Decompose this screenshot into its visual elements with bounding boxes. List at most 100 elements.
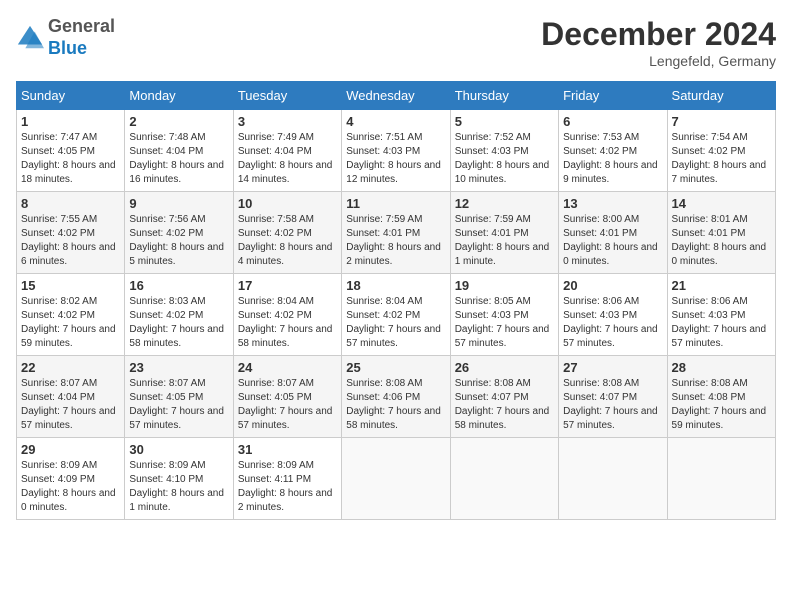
day-info: Sunrise: 8:04 AM Sunset: 4:02 PM Dayligh… <box>238 295 337 351</box>
day-info: Sunrise: 8:08 AM Sunset: 4:07 PM Dayligh… <box>455 377 554 433</box>
day-number: 29 <box>21 442 120 457</box>
location-label: Lengefeld, Germany <box>541 53 776 69</box>
day-number: 8 <box>21 196 120 211</box>
month-title: December 2024 <box>541 16 776 53</box>
calendar-cell: 26 Sunrise: 8:08 AM Sunset: 4:07 PM Dayli… <box>450 356 558 438</box>
calendar-cell: 2 Sunrise: 7:48 AM Sunset: 4:04 PM Daylig… <box>125 110 233 192</box>
day-info: Sunrise: 8:02 AM Sunset: 4:02 PM Dayligh… <box>21 295 120 351</box>
calendar-cell: 12 Sunrise: 7:59 AM Sunset: 4:01 PM Dayli… <box>450 192 558 274</box>
weekday-header: Wednesday <box>342 82 450 110</box>
day-info: Sunrise: 7:54 AM Sunset: 4:02 PM Dayligh… <box>672 131 771 187</box>
calendar-cell: 30Sunrise: 8:09 AM Sunset: 4:10 PM Dayli… <box>125 438 233 520</box>
day-number: 28 <box>672 360 771 375</box>
day-number: 21 <box>672 278 771 293</box>
day-info: Sunrise: 8:07 AM Sunset: 4:05 PM Dayligh… <box>129 377 228 433</box>
calendar-cell: 15Sunrise: 8:02 AM Sunset: 4:02 PM Dayli… <box>17 274 125 356</box>
calendar-cell: 25 Sunrise: 8:08 AM Sunset: 4:06 PM Dayli… <box>342 356 450 438</box>
day-info: Sunrise: 7:56 AM Sunset: 4:02 PM Dayligh… <box>129 213 228 269</box>
day-info: Sunrise: 7:51 AM Sunset: 4:03 PM Dayligh… <box>346 131 445 187</box>
day-info: Sunrise: 8:00 AM Sunset: 4:01 PM Dayligh… <box>563 213 662 269</box>
title-block: December 2024 Lengefeld, Germany <box>541 16 776 69</box>
calendar-cell: 10 Sunrise: 7:58 AM Sunset: 4:02 PM Dayli… <box>233 192 341 274</box>
calendar-cell <box>450 438 558 520</box>
day-info: Sunrise: 8:08 AM Sunset: 4:08 PM Dayligh… <box>672 377 771 433</box>
day-info: Sunrise: 8:09 AM Sunset: 4:09 PM Dayligh… <box>21 459 120 515</box>
day-number: 3 <box>238 114 337 129</box>
calendar-cell <box>559 438 667 520</box>
day-info: Sunrise: 7:55 AM Sunset: 4:02 PM Dayligh… <box>21 213 120 269</box>
calendar-table: SundayMondayTuesdayWednesdayThursdayFrid… <box>16 81 776 520</box>
day-info: Sunrise: 7:58 AM Sunset: 4:02 PM Dayligh… <box>238 213 337 269</box>
calendar-cell: 3 Sunrise: 7:49 AM Sunset: 4:04 PM Daylig… <box>233 110 341 192</box>
weekday-header-row: SundayMondayTuesdayWednesdayThursdayFrid… <box>17 82 776 110</box>
day-info: Sunrise: 8:06 AM Sunset: 4:03 PM Dayligh… <box>672 295 771 351</box>
day-number: 17 <box>238 278 337 293</box>
day-info: Sunrise: 8:07 AM Sunset: 4:05 PM Dayligh… <box>238 377 337 433</box>
day-info: Sunrise: 7:49 AM Sunset: 4:04 PM Dayligh… <box>238 131 337 187</box>
logo: General Blue <box>16 16 115 59</box>
day-info: Sunrise: 7:59 AM Sunset: 4:01 PM Dayligh… <box>455 213 554 269</box>
calendar-week-row: 22 Sunrise: 8:07 AM Sunset: 4:04 PM Dayli… <box>17 356 776 438</box>
calendar-cell: 5 Sunrise: 7:52 AM Sunset: 4:03 PM Daylig… <box>450 110 558 192</box>
day-number: 31 <box>238 442 337 457</box>
day-info: Sunrise: 7:53 AM Sunset: 4:02 PM Dayligh… <box>563 131 662 187</box>
calendar-cell: 21 Sunrise: 8:06 AM Sunset: 4:03 PM Dayli… <box>667 274 775 356</box>
day-number: 7 <box>672 114 771 129</box>
calendar-cell: 17 Sunrise: 8:04 AM Sunset: 4:02 PM Dayli… <box>233 274 341 356</box>
calendar-cell: 20Sunrise: 8:06 AM Sunset: 4:03 PM Dayli… <box>559 274 667 356</box>
day-info: Sunrise: 8:05 AM Sunset: 4:03 PM Dayligh… <box>455 295 554 351</box>
day-number: 6 <box>563 114 662 129</box>
weekday-header: Friday <box>559 82 667 110</box>
day-info: Sunrise: 7:59 AM Sunset: 4:01 PM Dayligh… <box>346 213 445 269</box>
day-number: 10 <box>238 196 337 211</box>
day-info: Sunrise: 8:08 AM Sunset: 4:06 PM Dayligh… <box>346 377 445 433</box>
day-number: 16 <box>129 278 228 293</box>
day-number: 23 <box>129 360 228 375</box>
day-number: 5 <box>455 114 554 129</box>
calendar-cell: 18 Sunrise: 8:04 AM Sunset: 4:02 PM Dayli… <box>342 274 450 356</box>
calendar-cell: 16 Sunrise: 8:03 AM Sunset: 4:02 PM Dayli… <box>125 274 233 356</box>
day-number: 26 <box>455 360 554 375</box>
calendar-cell: 14Sunrise: 8:01 AM Sunset: 4:01 PM Dayli… <box>667 192 775 274</box>
calendar-cell: 4 Sunrise: 7:51 AM Sunset: 4:03 PM Daylig… <box>342 110 450 192</box>
day-info: Sunrise: 8:08 AM Sunset: 4:07 PM Dayligh… <box>563 377 662 433</box>
day-number: 20 <box>563 278 662 293</box>
calendar-week-row: 29 Sunrise: 8:09 AM Sunset: 4:09 PM Dayli… <box>17 438 776 520</box>
calendar-cell: 8 Sunrise: 7:55 AM Sunset: 4:02 PM Daylig… <box>17 192 125 274</box>
calendar-cell: 29 Sunrise: 8:09 AM Sunset: 4:09 PM Dayli… <box>17 438 125 520</box>
calendar-cell: 1 Sunrise: 7:47 AM Sunset: 4:05 PM Daylig… <box>17 110 125 192</box>
calendar-cell: 27 Sunrise: 8:08 AM Sunset: 4:07 PM Dayli… <box>559 356 667 438</box>
day-number: 25 <box>346 360 445 375</box>
day-number: 9 <box>129 196 228 211</box>
calendar-cell: 28 Sunrise: 8:08 AM Sunset: 4:08 PM Dayli… <box>667 356 775 438</box>
calendar-cell: 19 Sunrise: 8:05 AM Sunset: 4:03 PM Dayli… <box>450 274 558 356</box>
day-info: Sunrise: 8:04 AM Sunset: 4:02 PM Dayligh… <box>346 295 445 351</box>
calendar-cell: 22 Sunrise: 8:07 AM Sunset: 4:04 PM Dayli… <box>17 356 125 438</box>
weekday-header: Thursday <box>450 82 558 110</box>
day-info: Sunrise: 8:03 AM Sunset: 4:02 PM Dayligh… <box>129 295 228 351</box>
day-info: Sunrise: 8:09 AM Sunset: 4:11 PM Dayligh… <box>238 459 337 515</box>
calendar-week-row: 8 Sunrise: 7:55 AM Sunset: 4:02 PM Daylig… <box>17 192 776 274</box>
calendar-cell: 7 Sunrise: 7:54 AM Sunset: 4:02 PM Daylig… <box>667 110 775 192</box>
day-number: 19 <box>455 278 554 293</box>
day-number: 12 <box>455 196 554 211</box>
calendar-cell: 24Sunrise: 8:07 AM Sunset: 4:05 PM Dayli… <box>233 356 341 438</box>
day-info: Sunrise: 8:07 AM Sunset: 4:04 PM Dayligh… <box>21 377 120 433</box>
calendar-cell: 6 Sunrise: 7:53 AM Sunset: 4:02 PM Daylig… <box>559 110 667 192</box>
calendar-cell: 11Sunrise: 7:59 AM Sunset: 4:01 PM Dayli… <box>342 192 450 274</box>
day-info: Sunrise: 7:47 AM Sunset: 4:05 PM Dayligh… <box>21 131 120 187</box>
day-info: Sunrise: 7:48 AM Sunset: 4:04 PM Dayligh… <box>129 131 228 187</box>
day-number: 30 <box>129 442 228 457</box>
day-info: Sunrise: 8:01 AM Sunset: 4:01 PM Dayligh… <box>672 213 771 269</box>
day-number: 22 <box>21 360 120 375</box>
logo-general: General <box>48 16 115 36</box>
calendar-week-row: 1 Sunrise: 7:47 AM Sunset: 4:05 PM Daylig… <box>17 110 776 192</box>
day-info: Sunrise: 7:52 AM Sunset: 4:03 PM Dayligh… <box>455 131 554 187</box>
calendar-cell: 9 Sunrise: 7:56 AM Sunset: 4:02 PM Daylig… <box>125 192 233 274</box>
day-number: 2 <box>129 114 228 129</box>
day-number: 18 <box>346 278 445 293</box>
day-number: 1 <box>21 114 120 129</box>
day-number: 27 <box>563 360 662 375</box>
calendar-cell <box>342 438 450 520</box>
day-number: 4 <box>346 114 445 129</box>
